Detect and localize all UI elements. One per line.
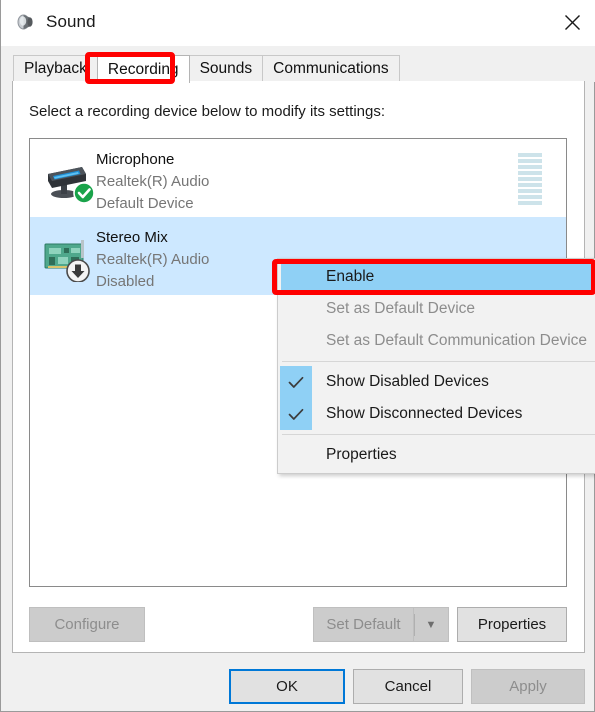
device-context-menu[interactable]: Enable Set as Default Device Set as Defa… bbox=[277, 258, 595, 474]
meter-segment bbox=[518, 183, 542, 187]
meter-segment bbox=[518, 171, 542, 175]
menu-separator bbox=[282, 361, 595, 362]
cancel-button[interactable]: Cancel bbox=[353, 669, 463, 704]
device-driver: Realtek(R) Audio bbox=[96, 251, 210, 268]
ok-button[interactable]: OK bbox=[229, 669, 345, 704]
menu-item-show-disabled-devices-label: Show Disabled Devices bbox=[326, 373, 489, 390]
title-bar: Sound bbox=[1, 0, 595, 46]
tab-playback-label: Playback bbox=[24, 60, 87, 77]
menu-item-enable[interactable]: Enable bbox=[281, 261, 595, 293]
window-title: Sound bbox=[46, 12, 96, 31]
meter-segment bbox=[518, 177, 542, 181]
tab-playback[interactable]: Playback bbox=[13, 55, 98, 82]
properties-button-label: Properties bbox=[477, 616, 547, 633]
properties-button[interactable]: Properties bbox=[457, 607, 567, 642]
ok-button-label: OK bbox=[276, 678, 298, 695]
configure-button-label: Configure bbox=[54, 616, 120, 633]
meter-segment bbox=[518, 201, 542, 205]
sound-card-device-icon bbox=[42, 232, 96, 283]
close-icon[interactable] bbox=[549, 0, 595, 44]
menu-item-show-disconnected-devices-label: Show Disconnected Devices bbox=[326, 405, 523, 422]
tab-recording[interactable]: Recording bbox=[96, 55, 190, 83]
menu-item-set-as-default-communication-device: Set as Default Communication Device bbox=[278, 325, 595, 357]
sound-dialog-window: Sound Playback Recording Sounds Communic… bbox=[0, 0, 595, 712]
tab-sounds[interactable]: Sounds bbox=[188, 55, 264, 82]
microphone-device-icon bbox=[42, 154, 96, 204]
menu-item-properties-label: Properties bbox=[326, 446, 397, 463]
cancel-button-label: Cancel bbox=[384, 678, 432, 695]
chevron-down-icon: ▼ bbox=[425, 618, 437, 631]
tab-communications[interactable]: Communications bbox=[262, 55, 400, 82]
tab-communications-label: Communications bbox=[273, 60, 389, 77]
meter-segment bbox=[518, 195, 542, 199]
menu-item-set-as-default-device: Set as Default Device bbox=[278, 293, 595, 325]
device-status: Disabled bbox=[96, 273, 155, 290]
checkmark-icon bbox=[280, 398, 312, 430]
menu-item-set-as-default-communication-device-label: Set as Default Communication Device bbox=[326, 332, 588, 349]
menu-item-set-as-default-device-label: Set as Default Device bbox=[326, 300, 476, 317]
menu-item-show-disconnected-devices[interactable]: Show Disconnected Devices bbox=[278, 398, 595, 430]
meter-segment bbox=[518, 165, 542, 169]
speaker-icon bbox=[15, 11, 37, 33]
apply-button: Apply bbox=[471, 669, 585, 704]
device-info: Microphone Realtek(R) Audio Default Devi… bbox=[96, 149, 209, 215]
tab-strip: Playback Recording Sounds Communications bbox=[2, 46, 595, 83]
meter-segment bbox=[518, 153, 542, 157]
menu-item-show-disabled-devices[interactable]: Show Disabled Devices bbox=[278, 366, 595, 398]
divider bbox=[414, 614, 415, 636]
instruction-text: Select a recording device below to modif… bbox=[29, 103, 386, 120]
device-status: Default Device bbox=[96, 195, 194, 212]
checkmark-icon bbox=[280, 366, 312, 398]
set-default-dropdown-button[interactable]: ▼ bbox=[413, 607, 449, 642]
device-info: Stereo Mix Realtek(R) Audio Disabled bbox=[96, 227, 209, 293]
tab-list: Playback Recording Sounds Communications bbox=[13, 55, 400, 83]
device-driver: Realtek(R) Audio bbox=[96, 173, 210, 190]
set-default-button-label: Set Default bbox=[326, 616, 401, 633]
meter-segment bbox=[518, 159, 542, 163]
device-name: Stereo Mix bbox=[96, 229, 168, 246]
list-item[interactable]: Microphone Realtek(R) Audio Default Devi… bbox=[30, 139, 566, 217]
menu-item-properties[interactable]: Properties bbox=[278, 439, 595, 471]
volume-meter bbox=[518, 153, 542, 205]
apply-button-label: Apply bbox=[509, 678, 547, 695]
menu-separator bbox=[282, 434, 595, 435]
configure-button: Configure bbox=[29, 607, 145, 642]
set-default-button: Set Default bbox=[313, 607, 413, 642]
tab-recording-label: Recording bbox=[107, 60, 179, 78]
device-name: Microphone bbox=[96, 151, 175, 168]
menu-item-enable-label: Enable bbox=[326, 268, 375, 285]
meter-segment bbox=[518, 189, 542, 193]
tab-sounds-label: Sounds bbox=[199, 60, 253, 77]
